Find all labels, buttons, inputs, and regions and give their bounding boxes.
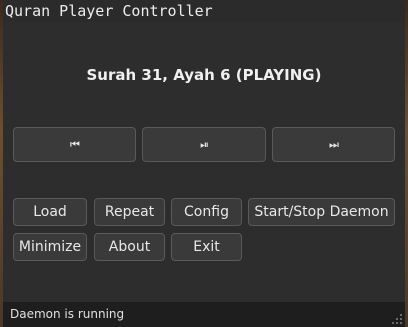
now-playing-label: Surah 31, Ayah 6 (PLAYING) — [86, 66, 322, 84]
status-text: Daemon is running — [10, 307, 125, 321]
skip-next-icon: ⏭ — [329, 137, 339, 151]
skip-previous-icon: ⏮ — [70, 137, 80, 151]
about-button[interactable]: About — [94, 233, 165, 261]
window-title: Quran Player Controller — [3, 0, 405, 22]
load-button[interactable]: Load — [13, 198, 87, 226]
config-button[interactable]: Config — [171, 198, 242, 226]
exit-button[interactable]: Exit — [171, 233, 242, 261]
next-button[interactable]: ⏭ — [272, 127, 395, 162]
app-window: Quran Player Controller Surah 31, Ayah 6… — [3, 0, 405, 327]
play-pause-icon: ⏯ — [200, 137, 209, 151]
start-stop-daemon-button[interactable]: Start/Stop Daemon — [248, 198, 395, 226]
previous-button[interactable]: ⏮ — [13, 127, 136, 162]
main-panel: Surah 31, Ayah 6 (PLAYING) ⏮ ⏯ ⏭ Load Re… — [3, 22, 405, 302]
minimize-button[interactable]: Minimize — [13, 233, 87, 261]
status-bar: Daemon is running — [3, 302, 405, 327]
play-pause-button[interactable]: ⏯ — [142, 127, 266, 162]
resize-grip-icon[interactable] — [390, 312, 402, 324]
repeat-button[interactable]: Repeat — [94, 198, 165, 226]
